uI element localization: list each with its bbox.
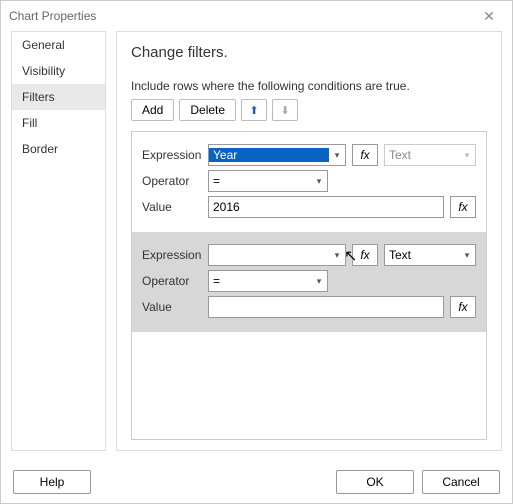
expression-label: Expression bbox=[142, 248, 202, 262]
sidebar-item-fill[interactable]: Fill bbox=[12, 110, 105, 136]
operator-combo[interactable]: = ▾ bbox=[208, 170, 328, 192]
sidebar: General Visibility Filters Fill Border bbox=[11, 31, 106, 451]
sidebar-item-label: Border bbox=[22, 142, 58, 156]
sidebar-item-label: Fill bbox=[22, 116, 37, 130]
main-panel: Change filters. Include rows where the f… bbox=[116, 31, 502, 451]
expression-label: Expression bbox=[142, 148, 202, 162]
arrow-up-icon: ⬆ bbox=[249, 104, 258, 117]
sidebar-item-label: Filters bbox=[22, 90, 55, 104]
close-icon[interactable]: ✕ bbox=[474, 8, 504, 25]
fx-button[interactable]: fx bbox=[450, 196, 476, 218]
chevron-down-icon: ▾ bbox=[459, 150, 475, 161]
filters-list: Expression Year ▾ fx Text ▾ Operator bbox=[131, 131, 487, 440]
filter-row: Expression ▾ fx Text ▾ Operator bbox=[132, 232, 486, 332]
chevron-down-icon: ▾ bbox=[329, 150, 345, 161]
delete-button[interactable]: Delete bbox=[179, 99, 236, 121]
sidebar-item-border[interactable]: Border bbox=[12, 136, 105, 162]
operator-value: = bbox=[209, 274, 311, 288]
sidebar-item-label: General bbox=[22, 38, 65, 52]
fx-button[interactable]: fx bbox=[450, 296, 476, 318]
operator-label: Operator bbox=[142, 174, 202, 188]
sidebar-item-label: Visibility bbox=[22, 64, 65, 78]
move-up-button[interactable]: ⬆ bbox=[241, 99, 267, 121]
operator-value: = bbox=[209, 174, 311, 188]
value-input[interactable]: 2016 bbox=[208, 196, 444, 218]
value-label: Value bbox=[142, 200, 202, 214]
filter-toolbar: Add Delete ⬆ ⬇ bbox=[131, 99, 487, 121]
fx-button[interactable]: fx bbox=[352, 144, 378, 166]
filter-row: Expression Year ▾ fx Text ▾ Operator bbox=[132, 132, 486, 232]
window-title: Chart Properties bbox=[9, 9, 474, 23]
expression-combo[interactable]: ▾ bbox=[208, 244, 346, 266]
operator-label: Operator bbox=[142, 274, 202, 288]
sidebar-item-visibility[interactable]: Visibility bbox=[12, 58, 105, 84]
expression-value: Year bbox=[209, 148, 329, 162]
dialog-footer: Help OK Cancel bbox=[1, 461, 512, 503]
titlebar: Chart Properties ✕ bbox=[1, 1, 512, 31]
chevron-down-icon: ▾ bbox=[311, 276, 327, 287]
arrow-down-icon: ⬇ bbox=[280, 104, 289, 117]
sidebar-item-filters[interactable]: Filters bbox=[12, 84, 105, 110]
type-value: Text bbox=[385, 248, 459, 262]
help-button[interactable]: Help bbox=[13, 470, 91, 494]
instruction-text: Include rows where the following conditi… bbox=[131, 79, 487, 93]
value-label: Value bbox=[142, 300, 202, 314]
move-down-button[interactable]: ⬇ bbox=[272, 99, 298, 121]
operator-combo[interactable]: = ▾ bbox=[208, 270, 328, 292]
value-input[interactable] bbox=[208, 296, 444, 318]
add-button[interactable]: Add bbox=[131, 99, 174, 121]
type-combo[interactable]: Text ▾ bbox=[384, 244, 476, 266]
dialog-body: General Visibility Filters Fill Border C… bbox=[1, 31, 512, 461]
type-value: Text bbox=[385, 148, 459, 162]
ok-button[interactable]: OK bbox=[336, 470, 414, 494]
expression-combo[interactable]: Year ▾ bbox=[208, 144, 346, 166]
sidebar-item-general[interactable]: General bbox=[12, 32, 105, 58]
cancel-button[interactable]: Cancel bbox=[422, 470, 500, 494]
chevron-down-icon: ▾ bbox=[459, 250, 475, 261]
type-combo[interactable]: Text ▾ bbox=[384, 144, 476, 166]
chevron-down-icon: ▾ bbox=[311, 176, 327, 187]
chart-properties-dialog: Chart Properties ✕ General Visibility Fi… bbox=[0, 0, 513, 504]
fx-button[interactable]: fx bbox=[352, 244, 378, 266]
chevron-down-icon: ▾ bbox=[329, 250, 345, 261]
page-title: Change filters. bbox=[131, 44, 487, 61]
